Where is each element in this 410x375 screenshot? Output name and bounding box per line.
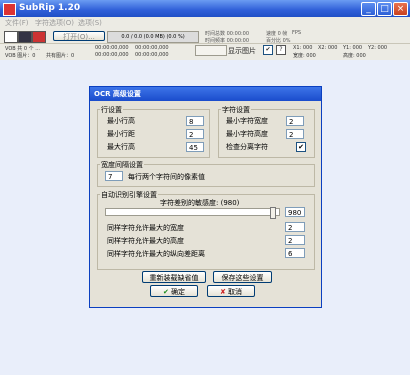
max-line-height-label: 最大行高	[107, 143, 135, 151]
y1-readout: Y1: 000	[343, 45, 363, 51]
menu-bar: 文件(F) 字符选项(O) 选项(S)	[0, 17, 410, 29]
min-line-gap-label: 最小行距	[107, 130, 135, 138]
y2-readout: Y2: 000	[368, 45, 388, 51]
reset-defaults-button[interactable]: 重新装载缺省值	[142, 271, 206, 283]
check-split-chars-checkbox[interactable]: ✔	[296, 142, 306, 152]
min-char-width-input[interactable]: 2	[286, 116, 304, 126]
sensitivity-input[interactable]: 980	[285, 207, 305, 217]
min-char-height-label: 最小字符高度	[226, 130, 268, 138]
sensitivity-slider[interactable]	[105, 207, 280, 219]
cross-icon: ✘	[219, 288, 226, 296]
char-settings-legend: 字符设置	[221, 105, 251, 115]
dialog-title: OCR 高级设置	[94, 90, 141, 98]
min-line-height-label: 最小行高	[107, 117, 135, 125]
fps: FPS	[292, 30, 302, 36]
grid-icon[interactable]	[32, 31, 46, 43]
time-1: 00:00:00,000	[95, 45, 129, 51]
menu-char-options[interactable]: 字符选项(O)	[35, 18, 74, 28]
vob-count: VOB 共 0 个 ...	[5, 46, 41, 52]
check-icon: ✔	[162, 288, 169, 296]
height-readout: 高度: 000	[343, 53, 366, 59]
char-spacing-label: 每行两个字符间的像素值	[128, 173, 205, 181]
ok-button[interactable]: ✔ 确定	[150, 285, 198, 297]
close-button[interactable]: ×	[393, 2, 408, 16]
width-spacing-legend: 宽度间隔设置	[100, 160, 144, 170]
sensitivity-slider-thumb[interactable]	[270, 207, 276, 219]
help-button[interactable]: ?	[276, 45, 286, 55]
min-line-height-input[interactable]: 8	[186, 116, 204, 126]
vob-pics: VOB 图片：0	[5, 53, 36, 59]
min-line-gap-input[interactable]: 2	[186, 129, 204, 139]
progress-bar: 0.0 / 0.0 (0.0 MB) (0.0 %)	[107, 31, 199, 43]
menu-file[interactable]: 文件(F)	[5, 18, 29, 28]
line-settings-legend: 行设置	[100, 105, 123, 115]
ok-button-label: 确定	[171, 288, 186, 296]
minimize-button[interactable]: _	[361, 2, 376, 16]
total-time: 时间总数 00:00:00	[205, 31, 250, 37]
min-char-height-input[interactable]: 2	[286, 129, 304, 139]
check-split-chars-label: 检查分离字符	[226, 143, 268, 151]
cancel-button-label: 取消	[228, 288, 243, 296]
auto-engine-legend: 自动识别引擎设置	[100, 190, 158, 200]
max-vertical-gap-input[interactable]: 6	[285, 248, 305, 258]
app-icon	[3, 3, 16, 16]
open-button[interactable]: 打开(O)...	[53, 31, 105, 41]
film-icon[interactable]	[18, 31, 32, 43]
status-strip: VOB 共 0 个 ... VOB 图片：0 共有图片：0 00:00:00,0…	[0, 44, 410, 59]
ocr-settings-dialog: OCR 高级设置 行设置 最小行高 8 最小行距 2 最大行高 45 字符设置 …	[89, 86, 322, 308]
cancel-button[interactable]: ✘ 取消	[207, 285, 255, 297]
x2-readout: X2: 000	[318, 45, 338, 51]
max-height-input[interactable]: 2	[285, 235, 305, 245]
max-width-label: 同样字符允许最大的宽度	[107, 224, 184, 232]
max-height-label: 同样字符允许最大的高度	[107, 237, 184, 245]
pic-count: 共有图片：0	[46, 53, 75, 59]
time-rate: 时间频率 00:00:00	[205, 38, 250, 44]
min-char-width-label: 最小字符宽度	[226, 117, 268, 125]
char-spacing-input[interactable]: 7	[105, 171, 123, 181]
show-pictures-label: 显示图片	[228, 47, 256, 55]
save-settings-button[interactable]: 保存这些设置	[213, 271, 272, 283]
x1-readout: X1: 000	[293, 45, 313, 51]
speed: 速度 0 帧	[266, 31, 288, 37]
dialog-titlebar: OCR 高级设置	[90, 87, 321, 101]
max-line-height-input[interactable]: 45	[186, 142, 204, 152]
menu-options[interactable]: 选项(S)	[78, 18, 102, 28]
vob-icon[interactable]	[4, 31, 18, 43]
maximize-button[interactable]: □	[377, 2, 392, 16]
window-title: SubRip 1.20	[19, 3, 81, 13]
show-pictures-checkbox[interactable]: ✔	[263, 45, 273, 55]
time-2: 00:00:00,000	[95, 52, 129, 58]
time-3: 00:00:00,000	[135, 45, 169, 51]
time-4: 00:00:00,000	[135, 52, 169, 58]
max-vertical-gap-label: 同样字符允许最大的纵向差距离	[107, 250, 205, 258]
sensitivity-label: 字符差别的敏感度: (980)	[160, 199, 240, 207]
window-titlebar: SubRip 1.20 _ □ ×	[0, 0, 410, 17]
width-readout: 宽度: 000	[293, 53, 316, 59]
max-width-input[interactable]: 2	[285, 222, 305, 232]
percent: 百分比 0%	[266, 38, 291, 44]
